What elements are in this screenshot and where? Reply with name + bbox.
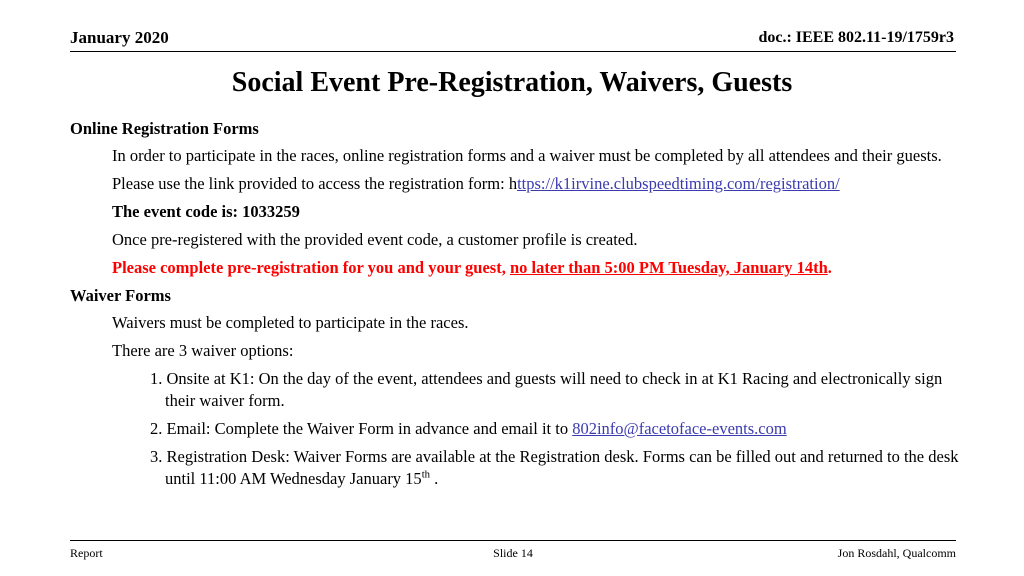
link-prefix-char: h <box>508 174 518 193</box>
list-item-number: 3. <box>150 447 163 466</box>
section-heading-online-registration-forms: Online Registration Forms <box>70 119 259 138</box>
slide-body: Online Registration Forms In order to pa… <box>70 118 970 496</box>
paragraph-three-options: There are 3 waiver options: <box>112 341 294 360</box>
registration-form-link[interactable]: ttps://k1irvine.clubspeedtiming.com/regi… <box>517 174 840 193</box>
header-date: January 2020 <box>70 28 169 47</box>
list-item-number: 2. <box>150 419 163 438</box>
waiver-options-list: 1. Onsite at K1: On the day of the event… <box>70 368 970 490</box>
list-item-text: Onsite at K1: On the day of the event, a… <box>165 369 943 410</box>
paragraph-participate-races: In order to participate in the races, on… <box>112 146 942 165</box>
page-title: Social Event Pre-Registration, Waivers, … <box>231 67 793 98</box>
paragraph-registration-link: Please use the link provided to access t… <box>70 173 970 195</box>
list-item-number: 1. <box>150 369 163 388</box>
list-item: 2. Email: Complete the Waiver Form in ad… <box>70 418 970 440</box>
warning-trailing-period: . <box>827 258 832 277</box>
list-item-text-after: . <box>430 469 439 488</box>
slide-footer: Report Slide 14 Jon Rosdahl, Qualcomm <box>70 545 956 563</box>
paragraph-customer-profile: Once pre-registered with the provided ev… <box>112 230 638 249</box>
waiver-email-link[interactable]: 802info@facetoface-events.com <box>572 419 786 438</box>
ordinal-suffix: th <box>421 468 431 481</box>
header-document-number: doc.: IEEE 802.11-19/1759r3 <box>758 29 954 46</box>
footer-slide-number: Slide 14 <box>493 546 533 560</box>
section-heading-waiver-forms: Waiver Forms <box>70 286 171 305</box>
link-sentence-text: Please use the link provided to access t… <box>112 174 509 193</box>
footer-divider <box>70 540 956 541</box>
slide-header: January 2020 doc.: IEEE 802.11-19/1759r3 <box>70 28 954 52</box>
list-item: 3. Registration Desk: Waiver Forms are a… <box>70 446 970 490</box>
warning-deadline-underlined: no later than 5:00 PM Tuesday, January 1… <box>509 258 828 277</box>
warning-lead-text: Please complete pre-registration for you… <box>112 258 510 277</box>
paragraph-deadline-warning: Please complete pre-registration for you… <box>70 257 970 279</box>
list-item: 1. Onsite at K1: On the day of the event… <box>70 368 970 412</box>
footer-author: Jon Rosdahl, Qualcomm <box>837 546 956 560</box>
list-item-text: Registration Desk: Waiver Forms are avai… <box>165 447 959 488</box>
paragraph-waivers-required: Waivers must be completed to participate… <box>112 313 469 332</box>
header-divider <box>70 51 956 52</box>
slide: January 2020 doc.: IEEE 802.11-19/1759r3… <box>0 0 1024 576</box>
list-item-text: Email: Complete the Waiver Form in advan… <box>166 419 573 438</box>
paragraph-event-code: The event code is: 1033259 <box>112 202 300 221</box>
